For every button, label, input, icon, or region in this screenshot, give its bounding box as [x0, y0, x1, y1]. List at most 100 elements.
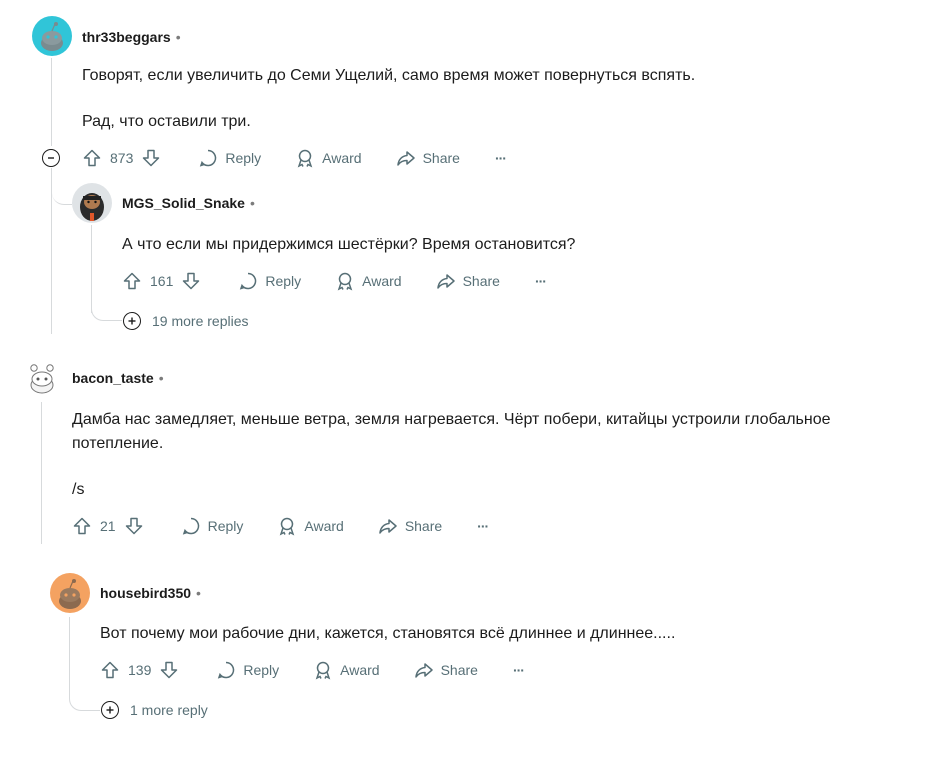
reply-label: Reply	[207, 518, 244, 534]
snake-avatar-icon	[72, 183, 112, 223]
ellipsis-icon: ···	[512, 662, 525, 678]
thread-line[interactable]	[69, 617, 70, 693]
reply-button[interactable]: Reply	[181, 516, 244, 536]
reply-label: Reply	[243, 662, 280, 678]
collapse-button[interactable]	[42, 149, 60, 167]
overflow-menu-button[interactable]: ···	[512, 662, 525, 678]
more-replies-connector	[91, 300, 122, 321]
award-button[interactable]: Award	[335, 271, 402, 291]
upvote-button[interactable]	[122, 271, 142, 291]
downvote-icon	[143, 149, 160, 167]
plus-icon	[101, 701, 119, 719]
reply-button[interactable]: Reply	[238, 271, 301, 291]
vote-group: 161	[122, 271, 201, 291]
award-button[interactable]: Award	[313, 660, 380, 680]
share-button[interactable]: Share	[378, 516, 442, 536]
downvote-button[interactable]	[124, 516, 144, 536]
share-icon	[436, 274, 455, 289]
separator-dot: •	[249, 195, 255, 211]
vote-count: 21	[100, 518, 116, 534]
share-label: Share	[440, 662, 478, 678]
plus-icon	[123, 312, 141, 330]
thread-line[interactable]	[41, 402, 42, 544]
comment-actions: 161 Reply Award Share ···	[122, 267, 547, 295]
username[interactable]: MGS_Solid_Snake	[122, 195, 245, 211]
downvote-icon	[183, 272, 200, 290]
comment-header: bacon_taste •	[72, 368, 164, 388]
overflow-menu-button[interactable]: ···	[477, 518, 489, 534]
comment-header: housebird350 •	[100, 583, 201, 603]
award-icon	[337, 272, 353, 291]
share-button[interactable]: Share	[436, 271, 500, 291]
downvote-button[interactable]	[141, 148, 161, 168]
share-label: Share	[422, 150, 460, 166]
award-label: Award	[304, 518, 344, 534]
award-icon	[280, 517, 295, 536]
vote-group: 21	[72, 516, 144, 536]
upvote-icon	[73, 517, 91, 535]
share-icon	[414, 663, 433, 678]
comment-body: А что если мы придержимся шестёрки? Врем…	[122, 233, 902, 257]
username[interactable]: thr33beggars	[82, 29, 171, 45]
award-button[interactable]: Award	[295, 148, 362, 168]
upvote-button[interactable]	[72, 516, 92, 536]
reply-button[interactable]: Reply	[198, 148, 261, 168]
avatar[interactable]	[50, 573, 90, 613]
more-replies-label: 19 more replies	[152, 313, 249, 329]
avatar[interactable]	[22, 358, 62, 398]
more-replies-connector	[69, 690, 100, 711]
thread-line[interactable]	[51, 58, 52, 146]
comment-bubble-icon	[240, 272, 257, 290]
comment-thread: thr33beggars • Говорят, если увеличить д…	[0, 0, 927, 758]
more-replies-label: 1 more reply	[130, 702, 208, 718]
comment-paragraph: Рад, что оставили три.	[82, 113, 251, 130]
overflow-menu-button[interactable]: ···	[494, 150, 507, 166]
reply-label: Reply	[265, 273, 302, 289]
more-replies-button[interactable]: 19 more replies	[123, 312, 249, 330]
reply-label: Reply	[225, 150, 262, 166]
ellipsis-icon: ···	[494, 150, 507, 166]
username[interactable]: housebird350	[100, 585, 191, 601]
award-icon	[297, 149, 313, 168]
avatar[interactable]	[32, 16, 72, 56]
upvote-button[interactable]	[100, 660, 120, 680]
more-replies-button[interactable]: 1 more reply	[101, 701, 208, 719]
award-label: Award	[322, 150, 362, 166]
vote-count: 139	[128, 662, 152, 678]
share-icon	[396, 151, 415, 166]
snoo-avatar-icon	[50, 573, 90, 613]
separator-dot: •	[158, 370, 164, 386]
share-button[interactable]: Share	[396, 148, 460, 168]
award-label: Award	[340, 662, 380, 678]
comment-actions: 873 Reply Award Share ···	[82, 144, 507, 172]
reply-button[interactable]: Reply	[216, 660, 279, 680]
comment-body: Вот почему мои рабочие дни, кажется, ста…	[100, 622, 900, 646]
downvote-button[interactable]	[181, 271, 201, 291]
comment-paragraph: Дамба нас замедляет, меньше ветра, земля…	[72, 411, 831, 452]
upvote-icon	[123, 272, 141, 290]
upvote-icon	[83, 149, 101, 167]
downvote-icon	[125, 517, 142, 535]
comment-body: Дамба нас замедляет, меньше ветра, земля…	[72, 408, 902, 502]
share-label: Share	[404, 518, 443, 534]
share-button[interactable]: Share	[414, 660, 478, 680]
snoo-avatar-icon	[32, 16, 72, 56]
comment-bubble-icon	[182, 517, 199, 535]
upvote-button[interactable]	[82, 148, 102, 168]
share-label: Share	[462, 273, 500, 289]
share-icon	[379, 519, 397, 534]
reply-connector	[52, 172, 72, 205]
username[interactable]: bacon_taste	[72, 370, 154, 386]
comment-header: MGS_Solid_Snake •	[122, 193, 255, 213]
overflow-menu-button[interactable]: ···	[534, 273, 547, 289]
ellipsis-icon: ···	[534, 273, 547, 289]
vote-group: 139	[100, 660, 179, 680]
downvote-button[interactable]	[159, 660, 179, 680]
downvote-icon	[161, 661, 178, 679]
comment-bubble-icon	[200, 149, 217, 167]
comment-paragraph: Говорят, если увеличить до Семи Ущелий, …	[82, 67, 696, 84]
award-icon	[315, 661, 331, 680]
comment-actions: 139 Reply Award Share ···	[100, 656, 525, 684]
avatar[interactable]	[72, 183, 112, 223]
award-button[interactable]: Award	[277, 516, 344, 536]
